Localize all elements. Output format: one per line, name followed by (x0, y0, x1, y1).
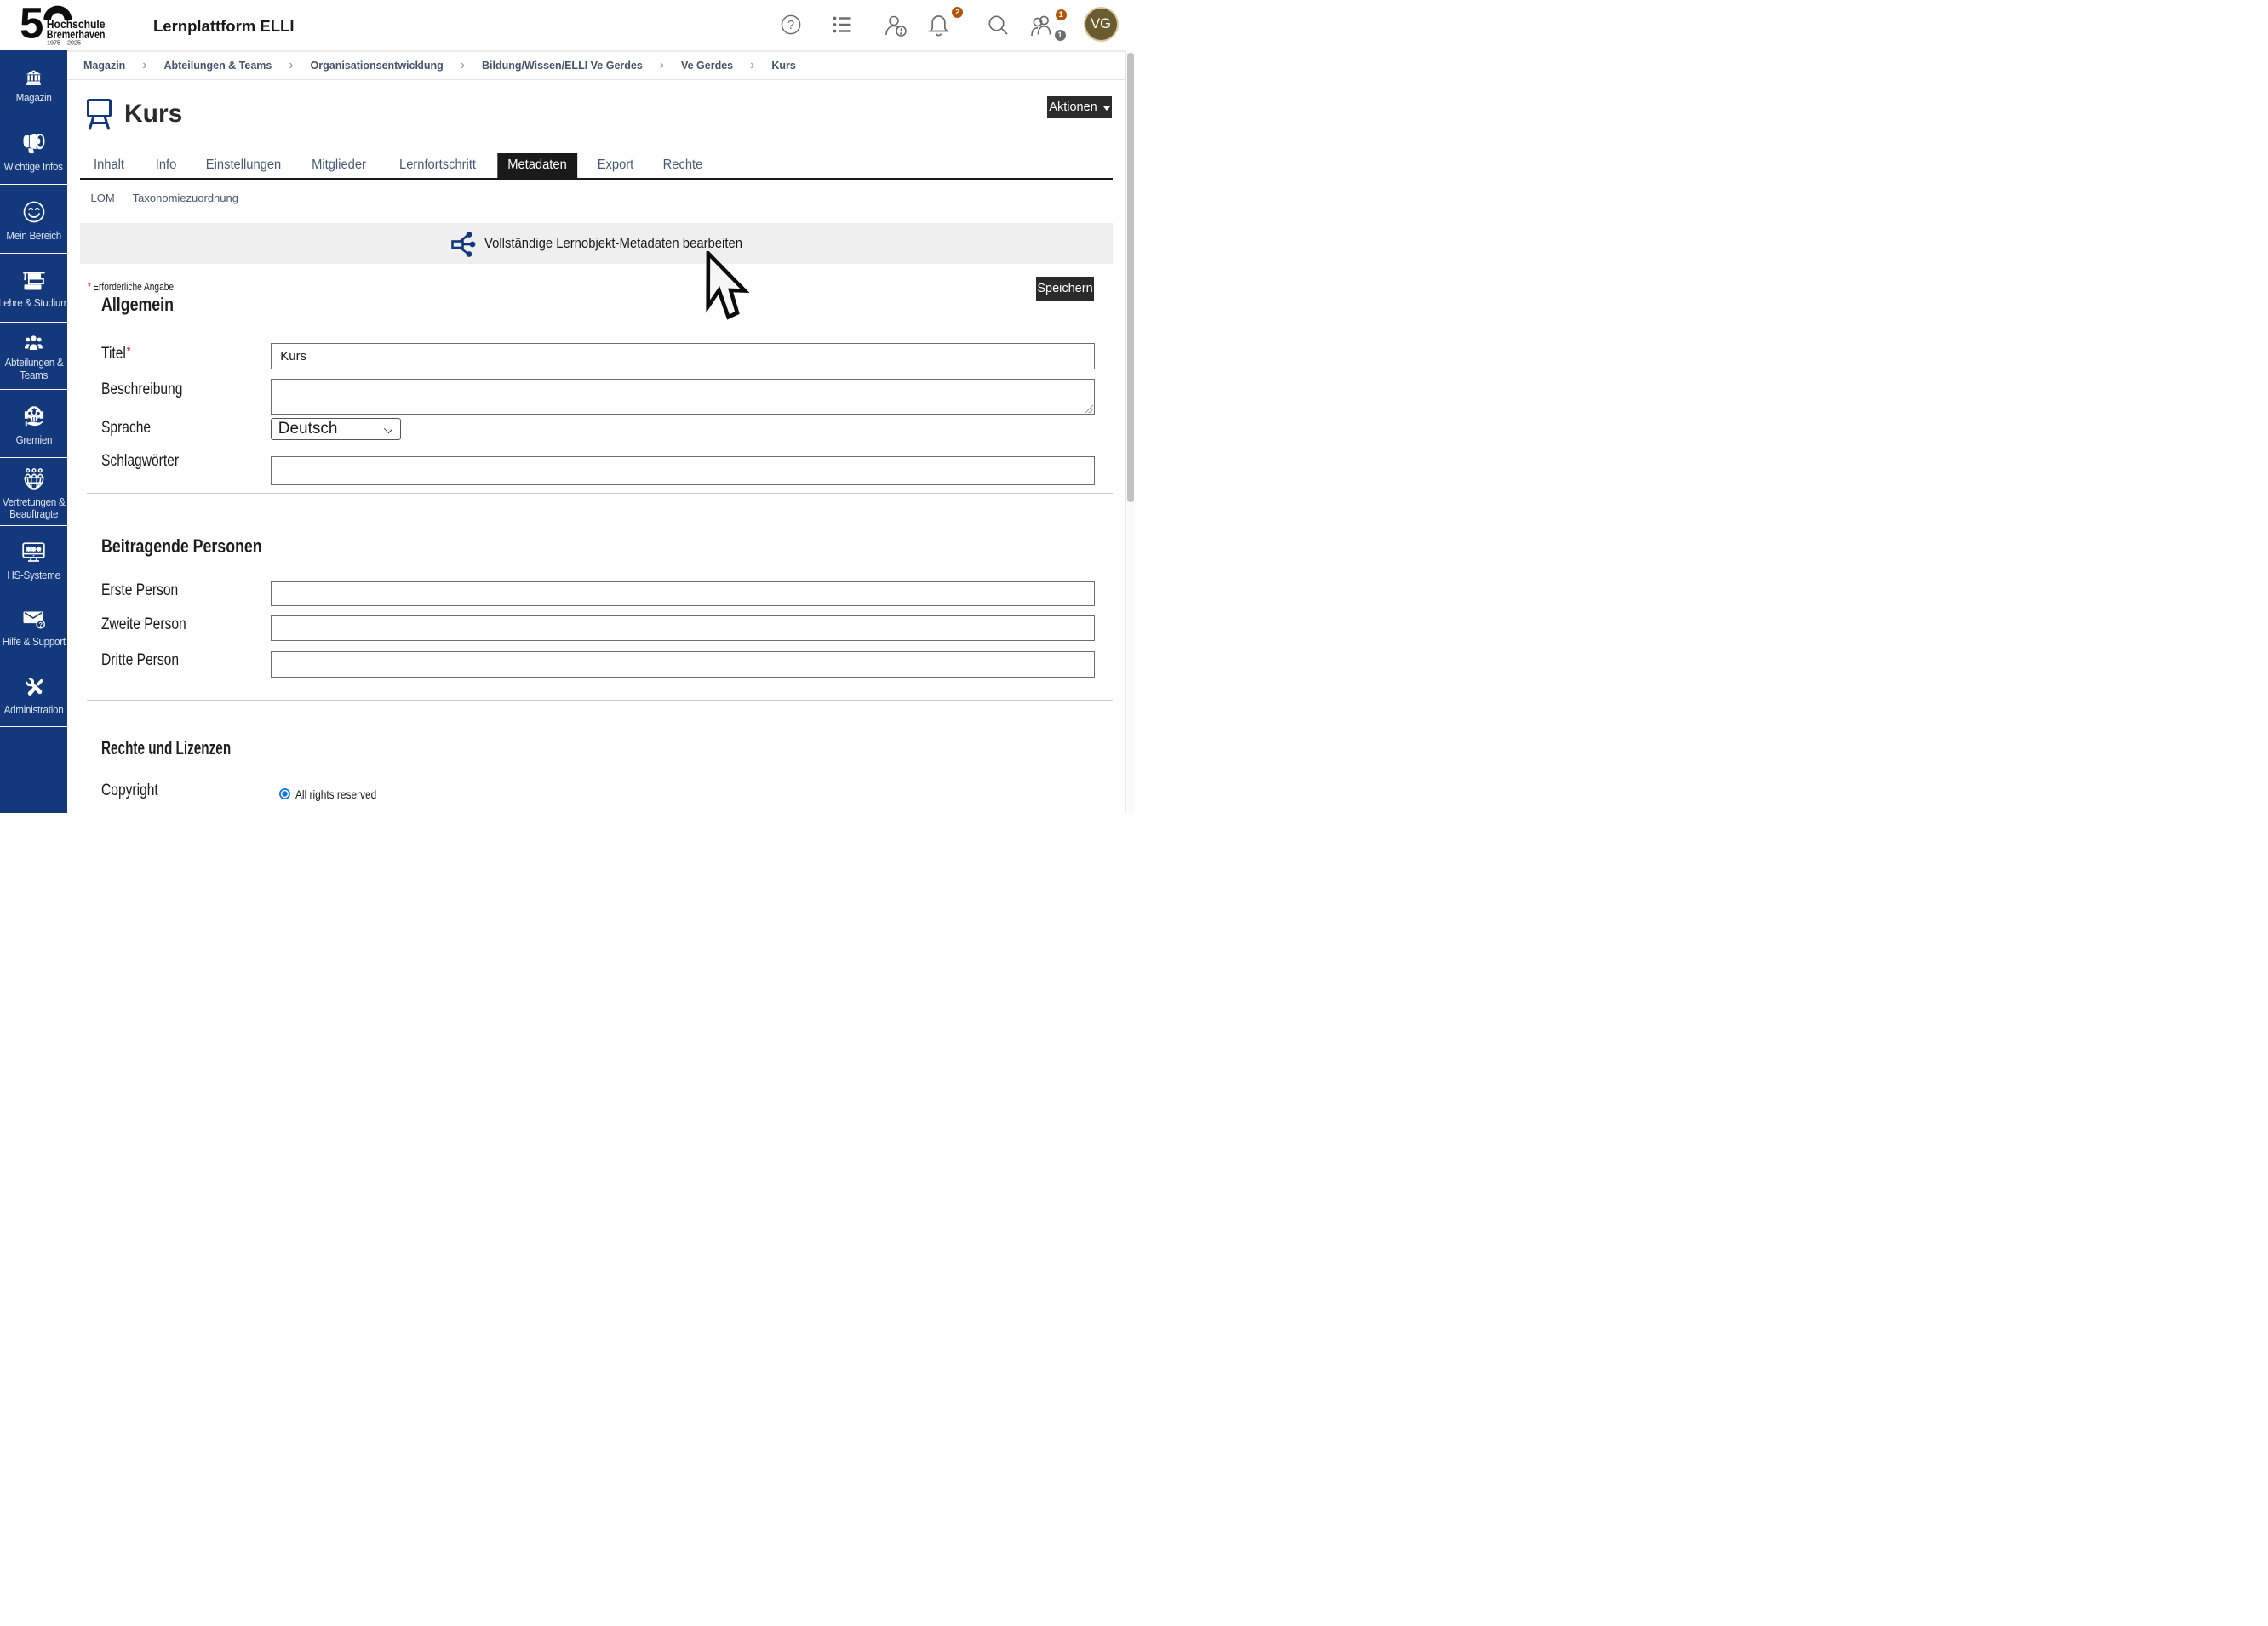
svg-text:?: ? (38, 621, 43, 628)
svg-text:1975 – 2025: 1975 – 2025 (47, 39, 81, 46)
svg-text:5: 5 (20, 4, 43, 46)
svg-text:?: ? (788, 19, 794, 32)
